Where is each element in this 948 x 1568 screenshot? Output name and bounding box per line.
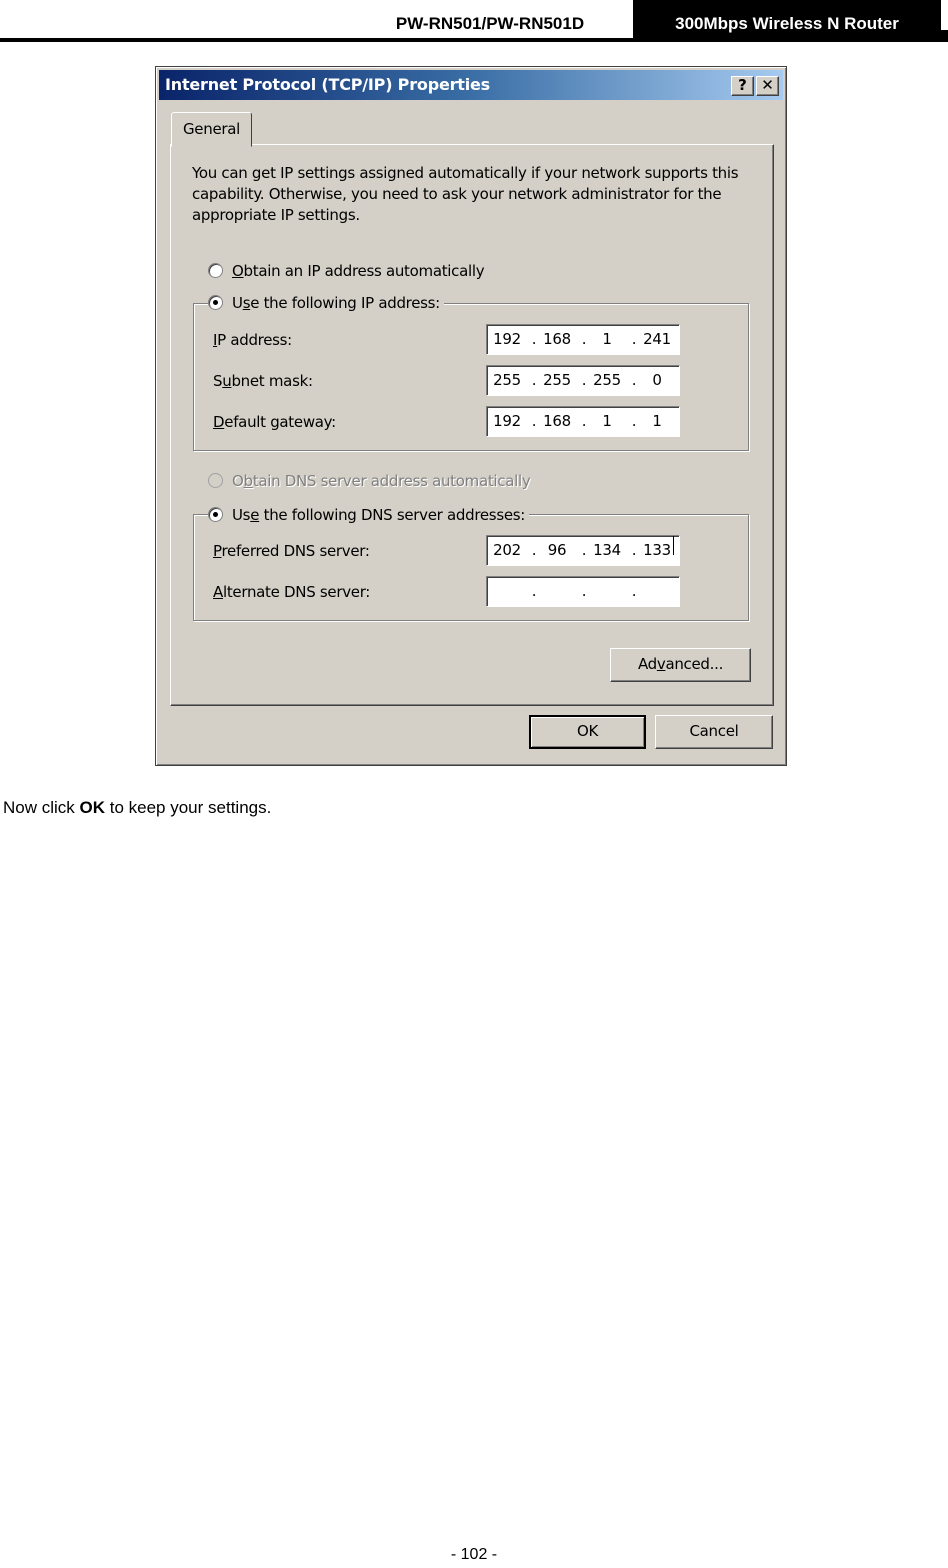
advanced-button[interactable]: Advanced... <box>610 648 751 682</box>
obtain-dns-auto-radio[interactable]: Obtain DNS server address automatically <box>208 470 535 492</box>
page-number: - 102 - <box>450 1546 498 1563</box>
header-rule-tick <box>941 30 948 38</box>
subnet-mask-label: Subnet mask: <box>213 372 313 390</box>
tcpip-properties-dialog: Internet Protocol (TCP/IP) Properties ? … <box>155 66 787 766</box>
option-access-key: b <box>243 472 254 490</box>
tab-general[interactable]: General <box>171 112 252 147</box>
option-access-key: O <box>232 262 244 280</box>
obtain-ip-auto-radio[interactable]: Obtain an IP address automatically <box>208 260 489 282</box>
text-caret <box>673 536 674 555</box>
header-rule <box>0 38 948 42</box>
option-text: Us <box>232 506 251 524</box>
close-button[interactable]: ✕ <box>756 76 779 96</box>
radio-checked-icon <box>208 295 223 310</box>
dialog-description: You can get IP settings assigned automat… <box>192 164 739 224</box>
dialog-title: Internet Protocol (TCP/IP) Properties <box>165 75 490 94</box>
cancel-button[interactable]: Cancel <box>655 715 773 749</box>
option-access-key: e <box>250 506 260 524</box>
ok-button[interactable]: OK <box>529 715 646 749</box>
option-text: e the following IP address: <box>250 294 440 312</box>
radio-disabled-icon <box>208 473 223 488</box>
option-text: the following DNS server addresses: <box>259 506 526 524</box>
subnet-mask-input[interactable]: 255. 255. 255. 0 <box>486 365 680 396</box>
default-gateway-input[interactable]: 192. 168. 1. 1 <box>486 406 680 437</box>
document-product-header: 300Mbps Wireless N Router <box>633 0 941 38</box>
use-following-dns-radio[interactable]: Use the following DNS server addresses: <box>208 504 530 526</box>
dialog-titlebar[interactable]: Internet Protocol (TCP/IP) Properties ? … <box>159 70 783 100</box>
use-following-ip-radio[interactable]: Use the following IP address: <box>208 292 444 314</box>
default-gateway-label: Default gateway: <box>213 413 336 431</box>
document-model-header: PW-RN501/PW-RN501D <box>395 14 585 33</box>
alternate-dns-label: Alternate DNS server: <box>213 583 371 601</box>
option-text: U <box>232 294 243 312</box>
preferred-dns-input[interactable]: 202. 96. 134. 133 <box>486 535 680 566</box>
alternate-dns-input[interactable]: . . . <box>486 576 680 607</box>
option-text: btain an IP address automatically <box>243 262 485 280</box>
option-text: O <box>232 472 244 490</box>
preferred-dns-label: Preferred DNS server: <box>213 542 370 560</box>
ip-address-label: IP address: <box>213 331 292 349</box>
instruction-text: Now click OK to keep your settings. <box>3 798 272 817</box>
option-text: tain DNS server address automatically <box>252 472 531 490</box>
help-button[interactable]: ? <box>731 76 754 96</box>
radio-checked-icon <box>208 507 223 522</box>
radio-unchecked-icon <box>208 263 223 278</box>
ip-address-input[interactable]: 192. 168. 1. 241 <box>486 324 680 355</box>
